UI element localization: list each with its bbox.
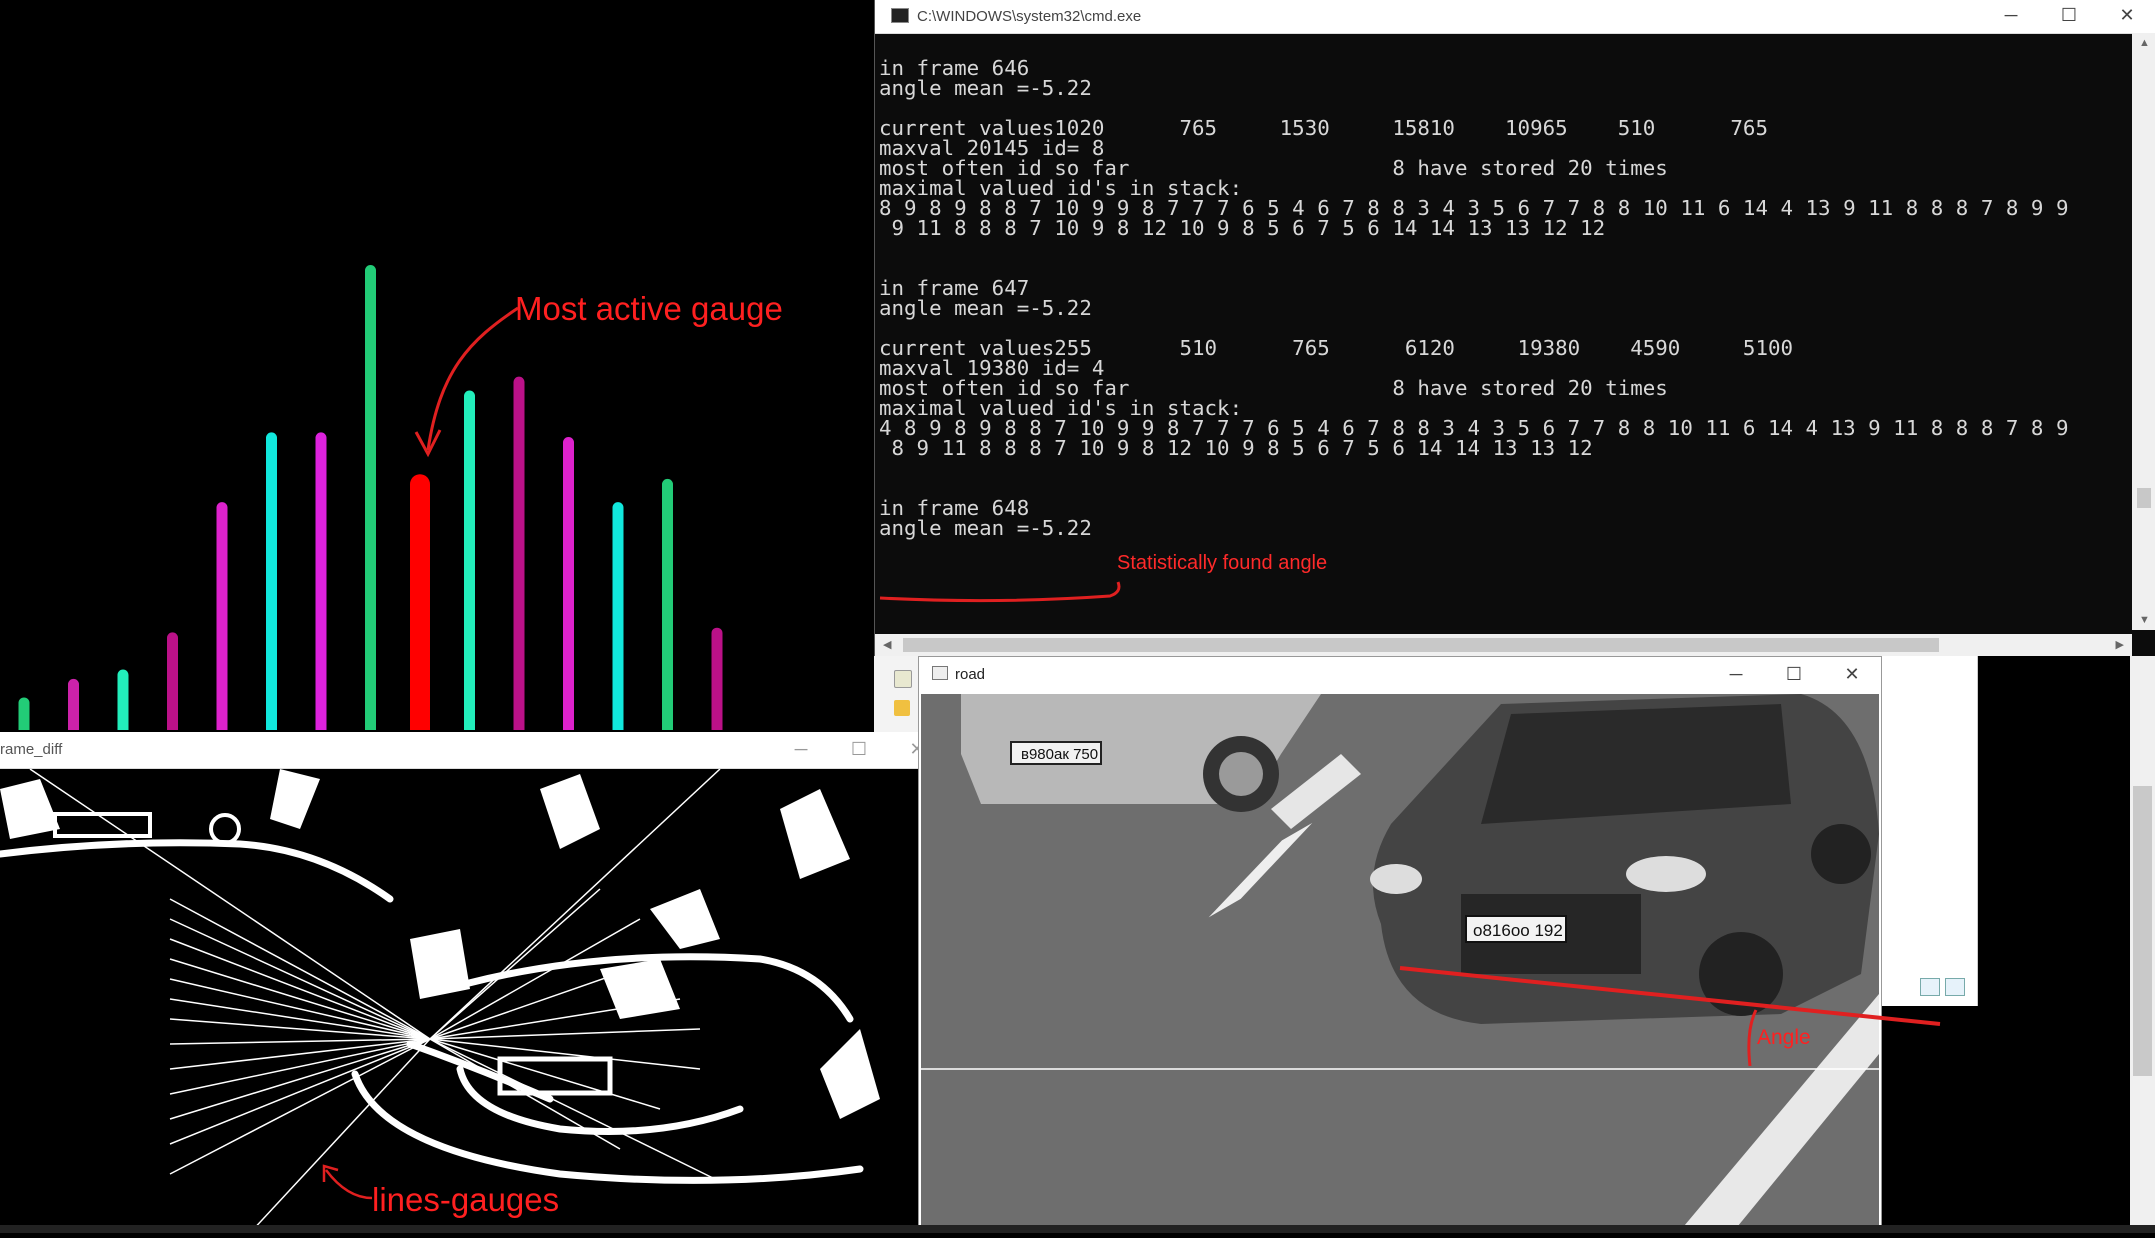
- gauge-bar: [167, 632, 178, 730]
- cmd-output-line: maximal valued id's in stack:: [879, 396, 1243, 420]
- cmd-horizontal-scroll-thumb[interactable]: [903, 638, 1939, 652]
- icon-view-icon[interactable]: [1945, 978, 1965, 996]
- cmd-output-line: most often id so far 8 have stored 20 ti…: [879, 156, 1668, 180]
- cmd-output-line: current values255 510 765 6120 19380 459…: [879, 336, 1794, 360]
- cmd-output-line: angle mean =-5.22: [879, 76, 1092, 100]
- cmd-output-line: [879, 458, 2124, 478]
- document-icon[interactable]: [894, 670, 912, 688]
- scroll-left-icon[interactable]: ◀: [883, 638, 891, 651]
- gauge-bar: [410, 474, 430, 730]
- road-app-icon: [932, 666, 948, 680]
- cmd-window[interactable]: C:\WINDOWS\system32\cmd.exe ─ ☐ ✕ in fra…: [874, 0, 2155, 656]
- angle-line-mark: [1399, 966, 1941, 1067]
- cmd-output-line: maxval 20145 id= 8: [879, 136, 1105, 160]
- cmd-output-line: [879, 258, 2124, 278]
- cmd-vertical-scroll-thumb[interactable]: [2137, 488, 2151, 508]
- statistically-found-angle-annotation: Statistically found angle: [1117, 552, 1328, 574]
- maximize-button[interactable]: ☐: [2040, 0, 2098, 33]
- cmd-titlebar[interactable]: C:\WINDOWS\system32\cmd.exe ─ ☐ ✕: [875, 0, 2155, 34]
- background-scroll-thumb[interactable]: [2133, 786, 2152, 1076]
- frame-diff-window-title: rame_diff: [0, 741, 63, 758]
- gauge-bar: [612, 502, 624, 730]
- lines-gauges-annotation: lines-gauges: [372, 1181, 560, 1218]
- most-active-arrow: [414, 306, 519, 458]
- cmd-output-line: in frame 647: [879, 276, 1030, 300]
- maximize-button[interactable]: ☐: [1765, 659, 1823, 692]
- cmd-output-line: current values1020 765 1530 15810 10965 …: [879, 116, 1768, 140]
- most-active-gauge-annotation: Most active gauge: [515, 290, 783, 327]
- gauge-bar: [266, 432, 277, 730]
- frame-diff-image: [0, 768, 918, 1234]
- cmd-output-line: [879, 98, 2124, 118]
- minimize-button[interactable]: ─: [1982, 0, 2040, 33]
- gauge-bar: [18, 697, 30, 730]
- angle-annotation: Angle: [1757, 1026, 1811, 1049]
- gauge-bar: [315, 432, 327, 730]
- gauge-bar: [662, 478, 673, 730]
- road-window[interactable]: road ─ ☐ ✕ в980ак 750 o816oo 192: [918, 656, 1882, 1233]
- cmd-output-line: angle mean =-5.22: [879, 296, 1092, 320]
- lines-gauges-arrow: [322, 1164, 373, 1200]
- cmd-window-title: C:\WINDOWS\system32\cmd.exe: [917, 8, 1142, 25]
- cmd-output[interactable]: in frame 646 angle mean =-5.22 current val…: [879, 38, 2124, 628]
- minimize-button[interactable]: ─: [1707, 659, 1765, 692]
- cmd-output-line: 9 11 8 8 8 7 10 9 8 12 10 9 8 5 6 7 5 6 …: [879, 216, 1606, 240]
- scroll-up-icon[interactable]: ▲: [2139, 37, 2150, 49]
- scroll-down-icon[interactable]: ▼: [2139, 614, 2150, 626]
- minimize-button[interactable]: ─: [772, 734, 830, 768]
- cmd-output-line: in frame 648: [879, 496, 1030, 520]
- cmd-output-line: [879, 318, 2124, 338]
- frame-diff-window[interactable]: rame_diff ─ ☐ ✕: [0, 732, 925, 1234]
- cmd-output-line: maximal valued id's in stack:: [879, 176, 1243, 200]
- list-view-icon[interactable]: [1920, 978, 1940, 996]
- frame-diff-titlebar[interactable]: rame_diff ─ ☐ ✕: [0, 732, 925, 769]
- background-scrollbar[interactable]: [2130, 656, 2155, 1233]
- cmd-output-line: most often id so far 8 have stored 20 ti…: [879, 376, 1668, 400]
- gauge-bar: [711, 627, 723, 730]
- edge-image: [0, 768, 918, 1234]
- road-window-title: road: [955, 666, 986, 683]
- folder-icon[interactable]: [894, 700, 910, 716]
- close-button[interactable]: ✕: [2098, 0, 2155, 33]
- cmd-output-line: 4 8 9 8 9 8 8 7 10 9 9 8 7 7 7 6 5 4 6 7…: [879, 416, 2069, 440]
- background-window-strip: [874, 656, 918, 732]
- cmd-output-line: in frame 646: [879, 56, 1030, 80]
- gauge-bar: [68, 678, 79, 730]
- gauge-bar: [117, 669, 129, 730]
- background-window: [1882, 656, 1978, 1006]
- bottom-edge: [0, 1225, 2155, 1233]
- cmd-output-line: 8 9 11 8 8 8 7 10 9 8 12 10 9 8 5 6 7 5 …: [879, 436, 1593, 460]
- cmd-output-line: [879, 38, 2124, 58]
- cmd-output-line: [879, 478, 2124, 498]
- gauge-bar: [365, 265, 376, 730]
- gauge-bar: [216, 502, 228, 730]
- close-button[interactable]: ✕: [1823, 659, 1881, 692]
- cmd-vertical-scrollbar[interactable]: ▲ ▼: [2132, 33, 2155, 630]
- angle-underline-mark: [879, 581, 1121, 603]
- cmd-output-line: maxval 19380 id= 4: [879, 356, 1105, 380]
- cmd-app-icon: [891, 8, 909, 23]
- rear-plate-text: в980ак 750: [1021, 746, 1098, 763]
- cmd-output-line: angle mean =-5.22: [879, 516, 1092, 540]
- cmd-output-line: 8 9 8 9 8 8 7 10 9 9 8 7 7 7 6 5 4 6 7 8…: [879, 196, 2069, 220]
- road-titlebar[interactable]: road ─ ☐ ✕: [919, 657, 1881, 693]
- maximize-button[interactable]: ☐: [830, 734, 888, 768]
- front-plate-text: o816oo 192: [1473, 921, 1563, 940]
- scroll-right-icon[interactable]: ▶: [2116, 638, 2124, 651]
- cmd-horizontal-scrollbar[interactable]: ◀ ▶: [875, 634, 2132, 656]
- cmd-output-line: [879, 238, 2124, 258]
- gauge-bar: [563, 437, 574, 730]
